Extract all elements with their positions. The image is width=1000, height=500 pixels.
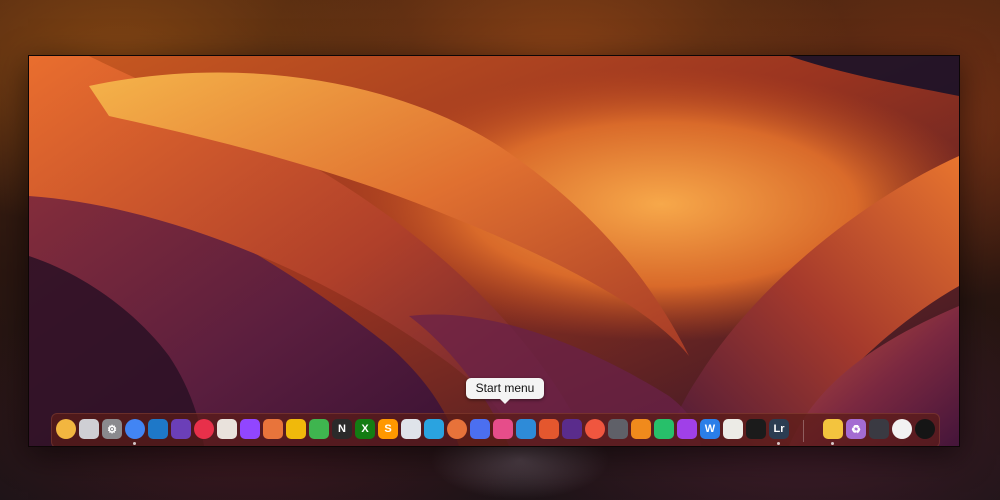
xbox-glyph: X: [361, 423, 369, 435]
start-menu-tooltip: Start menu: [466, 378, 544, 404]
notes-icon[interactable]: [723, 419, 743, 439]
window-grid-icon[interactable]: [869, 419, 889, 439]
running-indicator: [831, 442, 834, 445]
emoji-icon[interactable]: [56, 419, 76, 439]
n-logo-icon[interactable]: [677, 419, 697, 439]
system-preferences-icon[interactable]: ⚙: [102, 419, 122, 439]
prism-icon[interactable]: [608, 419, 628, 439]
lightroom-glyph: Lr: [773, 423, 785, 435]
running-indicator: [777, 442, 780, 445]
taskbar-dock: ⚙ N X S W Lr ♻: [51, 413, 940, 446]
lightroom-icon[interactable]: Lr: [769, 419, 789, 439]
vscode-icon[interactable]: [148, 419, 168, 439]
w-logo-glyph: W: [704, 423, 716, 435]
recycle-bin-icon[interactable]: ♻: [846, 419, 866, 439]
discord-icon[interactable]: [470, 419, 490, 439]
desktop-screen: Start menu ⚙ N X S W Lr ♻: [28, 55, 960, 447]
xbox-icon[interactable]: X: [355, 419, 375, 439]
cloud-icon[interactable]: [516, 419, 536, 439]
fruity-loops-icon[interactable]: [631, 419, 651, 439]
dock-separator: [803, 420, 804, 442]
netflix-icon[interactable]: N: [332, 419, 352, 439]
fox-icon[interactable]: [263, 419, 283, 439]
start-menu-icon[interactable]: [493, 419, 513, 439]
running-indicator: [133, 442, 136, 445]
folder-icon[interactable]: [823, 419, 843, 439]
binance-icon[interactable]: [286, 419, 306, 439]
twitch-icon[interactable]: [240, 419, 260, 439]
w-logo-icon[interactable]: W: [700, 419, 720, 439]
layers-icon[interactable]: [309, 419, 329, 439]
paint-icon[interactable]: [447, 419, 467, 439]
system-preferences-glyph: ⚙: [107, 423, 117, 436]
recycle-bin-glyph: ♻: [851, 423, 861, 436]
fox-mascot-icon[interactable]: [539, 419, 559, 439]
visual-studio-icon[interactable]: [171, 419, 191, 439]
netflix-glyph: N: [338, 423, 346, 435]
clock-icon[interactable]: [892, 419, 912, 439]
sublime-text-glyph: S: [384, 423, 392, 435]
installer-icon[interactable]: [217, 419, 237, 439]
creative-cloud-icon[interactable]: [194, 419, 214, 439]
terminal-icon[interactable]: [746, 419, 766, 439]
telegram-icon[interactable]: [424, 419, 444, 439]
chrome-icon[interactable]: [125, 419, 145, 439]
overlapping-squares-icon[interactable]: [79, 419, 99, 439]
sublime-text-icon[interactable]: S: [378, 419, 398, 439]
record-icon[interactable]: [585, 419, 605, 439]
cross-icon[interactable]: [654, 419, 674, 439]
dark-circle-icon[interactable]: [915, 419, 935, 439]
atom-icon[interactable]: [562, 419, 582, 439]
printer-icon[interactable]: [401, 419, 421, 439]
